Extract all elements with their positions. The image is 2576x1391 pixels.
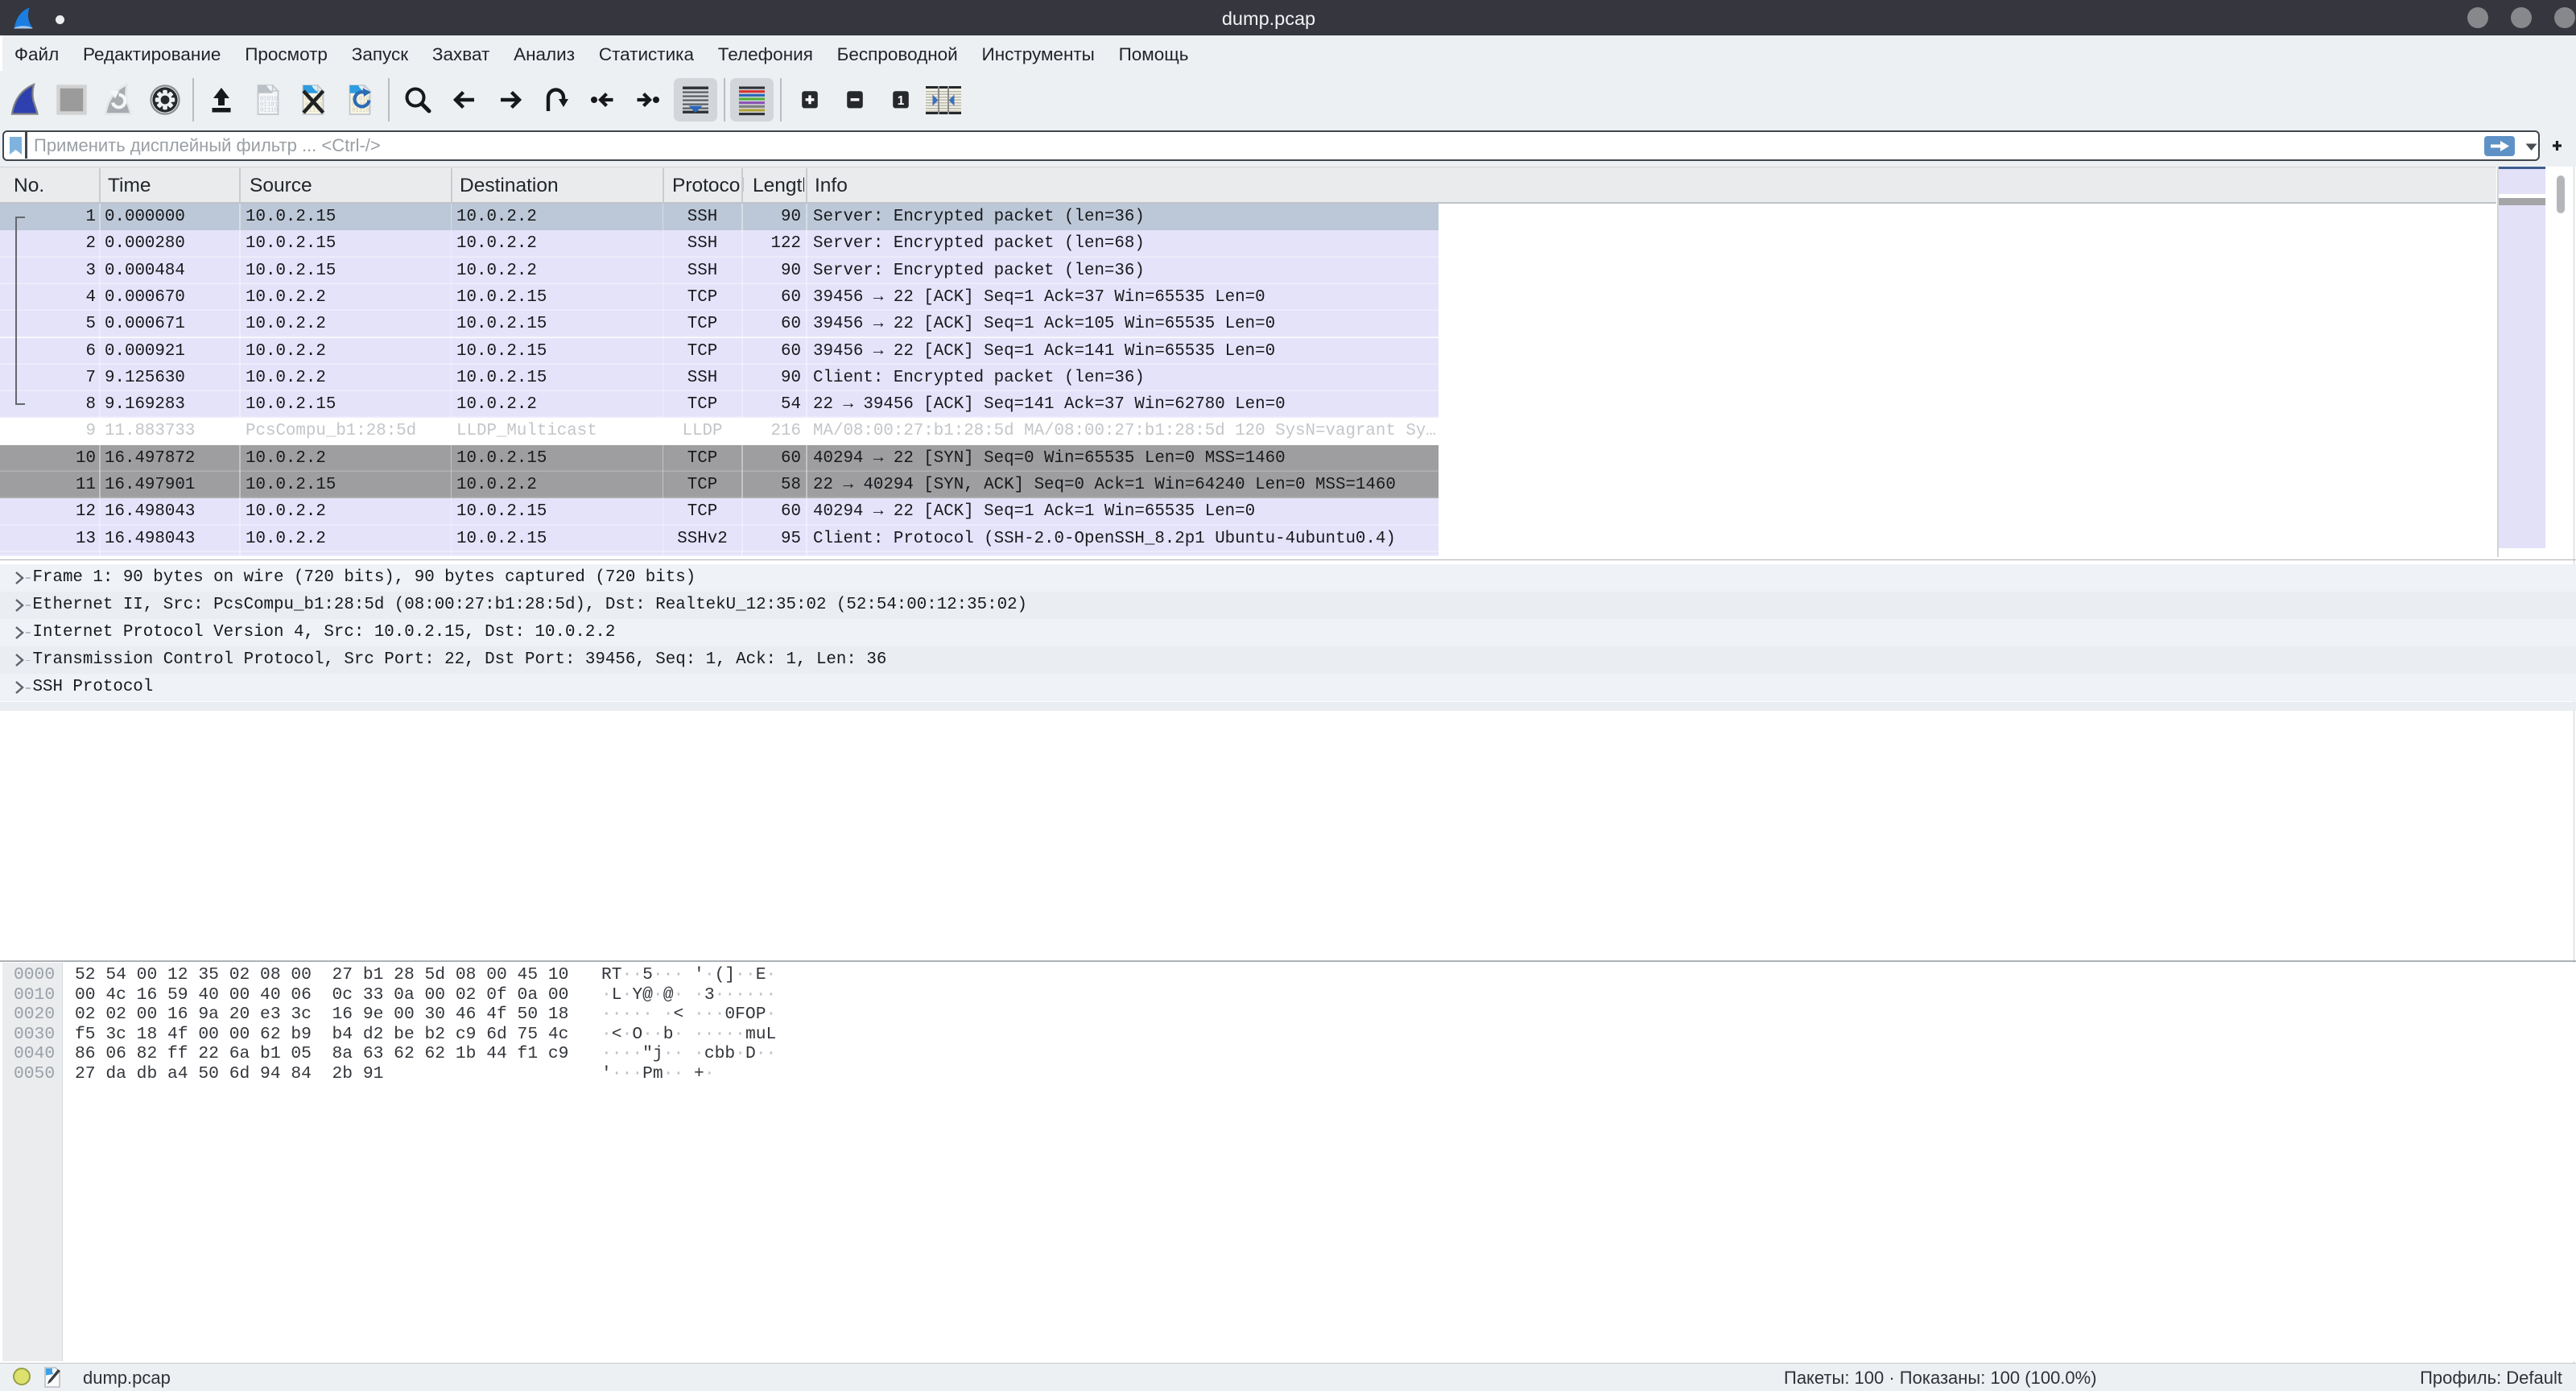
svg-text:01110: 01110 — [260, 108, 278, 114]
svg-text:01110: 01110 — [352, 108, 369, 114]
svg-text:1: 1 — [897, 94, 904, 108]
